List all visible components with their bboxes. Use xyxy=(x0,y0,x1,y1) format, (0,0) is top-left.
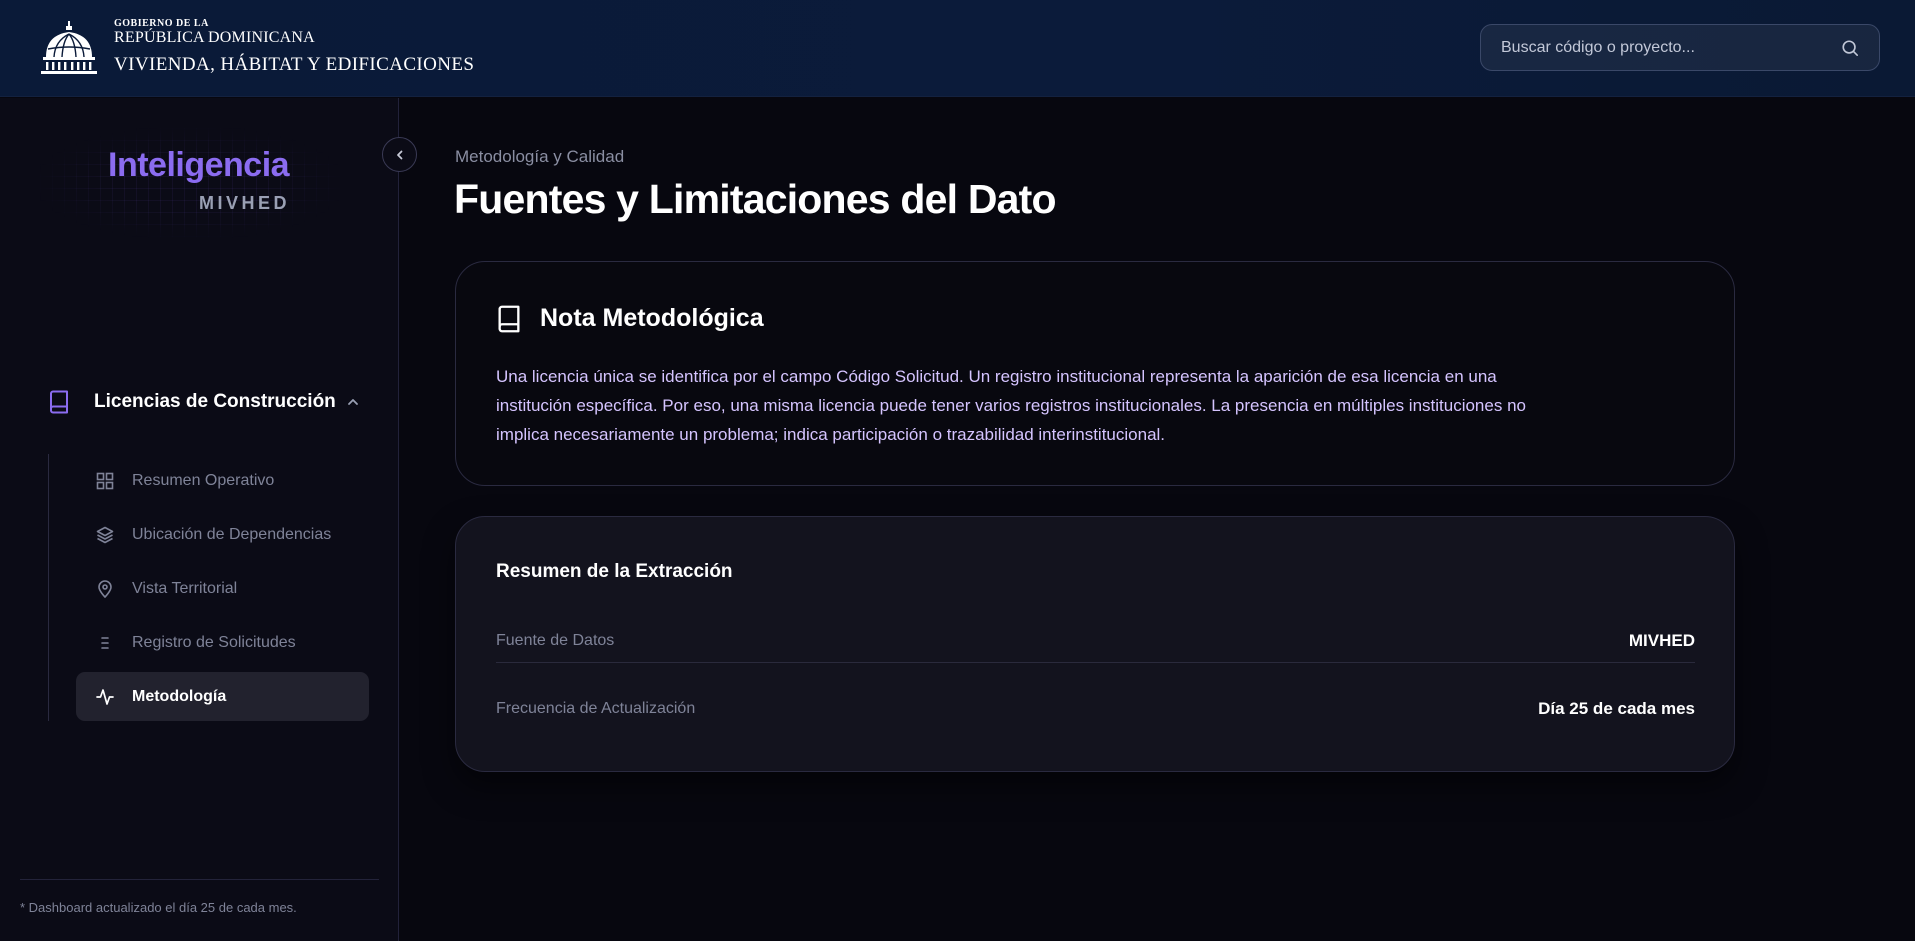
sidebar-section-label: Licencias de Construcción xyxy=(94,391,336,412)
search-icon[interactable] xyxy=(1841,39,1859,57)
top-header: GOBIERNO DE LA REPÚBLICA DOMINICANA VIVI… xyxy=(0,0,1915,97)
extraction-summary-card: Resumen de la Extracción Fuente de Datos… xyxy=(455,516,1735,772)
book-icon xyxy=(50,390,68,414)
summary-title: Resumen de la Extracción xyxy=(496,561,733,582)
activity-icon xyxy=(96,688,114,705)
map-pin-icon xyxy=(98,579,112,598)
logo-line-1: GOBIERNO DE LA xyxy=(114,18,209,29)
summary-key: Frecuencia de Actualización xyxy=(496,700,696,717)
sidebar-item-metodologia[interactable]: Metodología xyxy=(76,672,369,721)
search-input[interactable] xyxy=(1501,38,1841,57)
sidebar-section-licencias[interactable]: Licencias de Construcción xyxy=(48,390,360,414)
sidebar-item-label: Registro de Solicitudes xyxy=(132,633,296,651)
layers-icon xyxy=(96,526,114,543)
sidebar-item-vista-territorial[interactable]: Vista Territorial xyxy=(76,564,369,613)
summary-key: Fuente de Datos xyxy=(496,631,615,649)
summary-value: MIVHED xyxy=(1628,630,1695,650)
list-icon xyxy=(101,636,109,649)
sidebar: Inteligencia MIVHED Licencias de Constru… xyxy=(0,98,399,941)
logo-line-2: REPÚBLICA DOMINICANA xyxy=(114,29,315,46)
note-header: Nota Metodológica xyxy=(496,304,764,333)
sidebar-item-registro-solicitudes[interactable]: Registro de Solicitudes xyxy=(76,618,369,667)
brand-title: Inteligencia xyxy=(108,146,290,184)
sidebar-item-label: Metodología xyxy=(132,687,227,705)
logo-line-3: VIVIENDA, HÁBITAT Y EDIFICACIONES xyxy=(114,54,475,75)
dome-logo-icon xyxy=(41,21,97,74)
summary-value: Día 25 de cada mes xyxy=(1538,699,1695,718)
sidebar-item-label: Ubicación de Dependencias xyxy=(132,525,332,543)
sidebar-item-label: Vista Territorial xyxy=(132,579,238,597)
note-body: Una licencia única se identifica por el … xyxy=(496,367,1526,444)
sidebar-footer-note: * Dashboard actualizado el día 25 de cad… xyxy=(20,900,297,915)
methodology-note-card: Nota Metodológica Una licencia única se … xyxy=(455,261,1735,486)
page-title: Fuentes y Limitaciones del Dato xyxy=(454,176,1057,222)
nav-tree-line xyxy=(48,454,49,721)
chevron-up-icon xyxy=(347,399,358,405)
search-box[interactable] xyxy=(1480,24,1880,71)
note-title: Nota Metodológica xyxy=(540,304,764,332)
chevron-left-icon xyxy=(396,150,402,159)
book-icon xyxy=(498,305,520,332)
summary-row-fuente: Fuente de Datos MIVHED xyxy=(496,619,1695,663)
collapse-sidebar-button[interactable] xyxy=(382,137,417,172)
breadcrumb: Metodología y Calidad xyxy=(455,147,625,166)
grid-icon xyxy=(96,472,114,489)
sidebar-item-resumen-operativo[interactable]: Resumen Operativo xyxy=(76,456,369,505)
sidebar-item-ubicacion-dependencias[interactable]: Ubicación de Dependencias xyxy=(76,510,369,559)
sidebar-item-label: Resumen Operativo xyxy=(132,471,275,489)
government-logo[interactable]: GOBIERNO DE LA REPÚBLICA DOMINICANA VIVI… xyxy=(38,18,474,78)
logo-text: GOBIERNO DE LA REPÚBLICA DOMINICANA VIVI… xyxy=(114,18,474,78)
brand-subtitle: MIVHED xyxy=(199,193,291,213)
sidebar-divider xyxy=(20,879,379,880)
summary-row-frecuencia: Frecuencia de Actualización Día 25 de ca… xyxy=(496,687,1695,731)
